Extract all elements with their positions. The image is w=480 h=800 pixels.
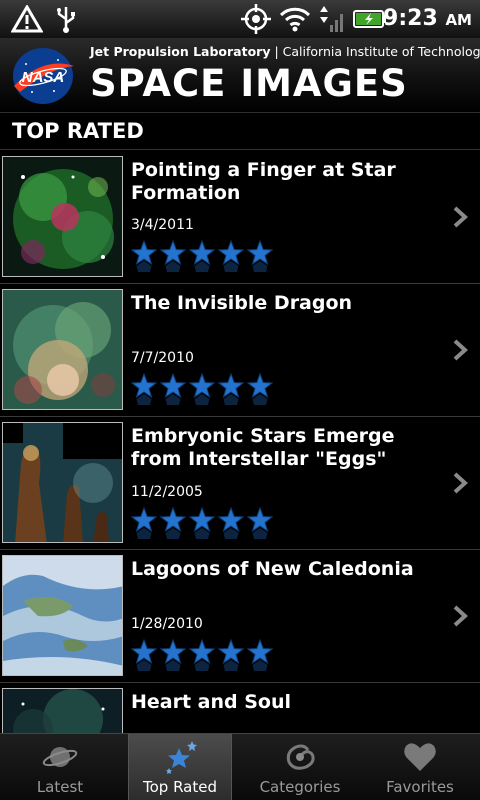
nasa-logo: NASA — [13, 48, 74, 104]
app-title: SPACE IMAGES — [90, 62, 408, 105]
thumbnail-image — [2, 555, 123, 676]
star-icon — [131, 638, 157, 671]
star-icon — [189, 506, 215, 539]
star-icon — [247, 506, 273, 539]
star-rating — [131, 506, 273, 542]
list-item[interactable]: Pointing a Finger at Star Formation 3/4/… — [0, 151, 480, 284]
planet-icon — [42, 747, 78, 767]
item-title: Lagoons of New Caledonia — [131, 558, 414, 580]
item-title: Pointing a Finger at Star Formation — [131, 159, 396, 204]
tab-label: Latest — [36, 778, 84, 796]
tab-categories[interactable]: Categories — [240, 734, 360, 800]
section-header: TOP RATED — [0, 114, 480, 150]
star-icon — [160, 372, 186, 405]
tab-label: Favorites — [386, 778, 454, 796]
item-date: 11/2/2005 — [131, 484, 203, 500]
item-date: 1/28/2010 — [131, 616, 203, 632]
star-icon — [160, 506, 186, 539]
chevron-right-icon — [453, 206, 468, 228]
chevron-right-icon — [453, 339, 468, 361]
star-rating — [131, 239, 273, 275]
star-rating — [131, 638, 273, 674]
signal-icon — [316, 5, 348, 33]
list-item[interactable]: The Invisible Dragon 7/7/2010 — [0, 284, 480, 417]
star-icon — [218, 506, 244, 539]
gps-icon — [238, 4, 274, 34]
item-title: Embryonic Stars Emerge from Interstellar… — [131, 425, 395, 470]
tab-top-rated[interactable]: Top Rated — [128, 734, 232, 800]
status-bar: 9:23 AM — [0, 0, 480, 38]
item-date: 3/4/2011 — [131, 217, 194, 233]
tab-favorites[interactable]: Favorites — [360, 734, 480, 800]
star-rating — [131, 372, 273, 408]
star-icon — [247, 372, 273, 405]
list-item[interactable]: Embryonic Stars Emerge from Interstellar… — [0, 417, 480, 550]
usb-icon — [54, 5, 78, 33]
stars-icon — [166, 741, 197, 774]
thumbnail-image — [2, 289, 123, 410]
star-icon — [247, 638, 273, 671]
item-title: Heart and Soul — [131, 691, 292, 713]
thumbnail-image — [2, 688, 123, 733]
tab-label: Categories — [259, 778, 341, 796]
star-icon — [218, 239, 244, 272]
star-icon — [189, 372, 215, 405]
item-date: 7/7/2010 — [131, 350, 194, 366]
list-item[interactable]: Lagoons of New Caledonia 1/28/2010 — [0, 550, 480, 683]
thumbnail-image — [2, 156, 123, 277]
warning-icon — [10, 5, 44, 33]
bottom-tab-bar: Latest Top Rated Categories Favorites — [0, 733, 480, 800]
wifi-icon — [278, 5, 312, 33]
thumbnail-image — [2, 422, 123, 543]
star-icon — [160, 638, 186, 671]
item-title: The Invisible Dragon — [131, 292, 353, 314]
organization-line: Jet Propulsion Laboratory | California I… — [90, 44, 480, 59]
star-icon — [189, 638, 215, 671]
tab-label: Top Rated — [143, 778, 217, 796]
chevron-right-icon — [453, 605, 468, 627]
tab-latest[interactable]: Latest — [0, 734, 120, 800]
star-icon — [218, 372, 244, 405]
clock: 9:23 AM — [383, 6, 472, 31]
star-icon — [131, 239, 157, 272]
star-icon — [160, 239, 186, 272]
star-icon — [131, 506, 157, 539]
star-icon — [189, 239, 215, 272]
image-list[interactable]: Pointing a Finger at Star Formation 3/4/… — [0, 151, 480, 733]
heart-icon — [404, 743, 436, 771]
star-icon — [247, 239, 273, 272]
list-item[interactable]: Heart and Soul — [0, 683, 480, 733]
star-icon — [218, 638, 244, 671]
star-icon — [131, 372, 157, 405]
chevron-right-icon — [453, 472, 468, 494]
section-title: TOP RATED — [12, 119, 144, 143]
app-header: NASA Jet Propulsion Laboratory | Califor… — [0, 38, 480, 113]
svg-text:NASA: NASA — [22, 69, 65, 86]
galaxy-icon — [286, 744, 315, 770]
